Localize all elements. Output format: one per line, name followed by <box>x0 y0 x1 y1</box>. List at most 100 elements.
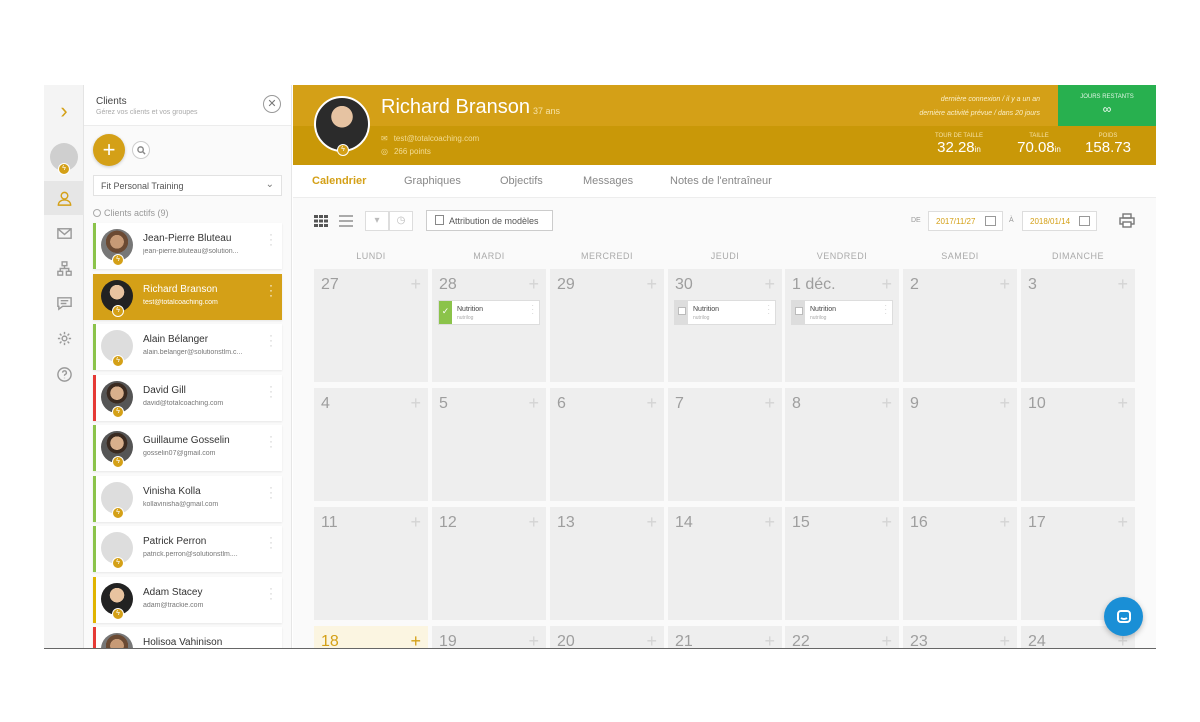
calendar-day-cell[interactable]: 7 + <box>668 388 782 501</box>
calendar-event[interactable]: Nutrition nutrilog · · · <box>674 300 776 325</box>
calendar-day-cell[interactable]: 3 + <box>1021 269 1135 382</box>
checkbox[interactable] <box>792 301 805 324</box>
checkbox[interactable] <box>675 301 688 324</box>
client-card[interactable]: ϟ David Gill david@totalcoaching.com · · · <box>93 374 282 421</box>
calendar-day-cell[interactable]: 15 + <box>785 507 899 620</box>
calendar-day-cell[interactable]: 9 + <box>903 388 1017 501</box>
calendar-day-cell[interactable]: 1 déc. + Nutrition nutrilog · · · <box>785 269 899 382</box>
search-button[interactable] <box>132 141 150 159</box>
group-select[interactable]: Fit Personal Training ⌄ <box>93 175 282 196</box>
client-card[interactable]: ϟ Alain Bélanger alain.belanger@solution… <box>93 324 282 370</box>
add-event-icon[interactable]: + <box>646 512 657 533</box>
more-icon[interactable]: · · · <box>269 531 273 553</box>
add-event-icon[interactable]: + <box>410 393 421 414</box>
calendar-day-cell[interactable]: 13 + <box>550 507 664 620</box>
more-icon[interactable]: · · · <box>884 302 887 318</box>
clock-icon[interactable]: ◷ <box>389 211 413 231</box>
chevron-right-icon[interactable]: › <box>44 85 84 137</box>
list-view-icon[interactable] <box>339 215 353 227</box>
printer-icon[interactable] <box>1119 213 1135 228</box>
calendar-day-cell[interactable]: 8 + <box>785 388 899 501</box>
tab-messages[interactable]: Messages <box>583 175 633 187</box>
client-card[interactable]: ϟ Jean-Pierre Bluteau jean-pierre.blutea… <box>93 223 282 269</box>
client-card[interactable]: ϟ Vinisha Kolla kollavinisha@gmail.com ·… <box>93 475 282 522</box>
tab-calendar[interactable]: Calendrier <box>312 175 366 187</box>
add-event-icon[interactable]: + <box>410 512 421 533</box>
support-chat-button[interactable] <box>1104 597 1143 636</box>
add-event-icon[interactable]: + <box>999 393 1010 414</box>
add-event-icon[interactable]: + <box>764 631 775 648</box>
calendar-day-cell[interactable]: 23 + <box>903 626 1017 648</box>
calendar-day-cell[interactable]: 11 + <box>314 507 428 620</box>
calendar-day-cell[interactable]: 16 + <box>903 507 1017 620</box>
calendar-day-cell[interactable]: 30 + Nutrition nutrilog · · · <box>668 269 782 382</box>
add-event-icon[interactable]: + <box>1117 393 1128 414</box>
add-event-icon[interactable]: + <box>881 512 892 533</box>
calendar-day-cell[interactable]: 28 + ✓ Nutrition nutrilog · · · <box>432 269 546 382</box>
more-icon[interactable]: · · · <box>269 582 273 604</box>
to-date-input[interactable]: 2018/01/14 <box>1022 211 1097 231</box>
more-icon[interactable]: · · · <box>269 279 273 301</box>
calendar-day-cell[interactable]: 19 + <box>432 626 546 648</box>
client-photo[interactable]: ϟ <box>314 96 370 156</box>
more-icon[interactable]: · · · <box>269 329 273 351</box>
add-event-icon[interactable]: + <box>646 274 657 295</box>
tab-goals[interactable]: Objectifs <box>500 175 543 187</box>
client-card[interactable]: Holisoa Vahinison <box>93 627 282 648</box>
calendar-day-cell[interactable]: 2 + <box>903 269 1017 382</box>
add-event-icon[interactable]: + <box>646 631 657 648</box>
more-icon[interactable]: · · · <box>269 228 273 250</box>
add-event-icon[interactable]: + <box>528 274 539 295</box>
add-event-icon[interactable]: + <box>528 512 539 533</box>
help-icon[interactable] <box>44 357 84 391</box>
add-event-icon[interactable]: + <box>646 393 657 414</box>
hierarchy-icon[interactable] <box>44 251 84 285</box>
client-card[interactable]: ϟ Patrick Perron patrick.perron@solution… <box>93 526 282 572</box>
more-icon[interactable]: · · · <box>269 430 273 452</box>
tab-trainer-notes[interactable]: Notes de l'entraîneur <box>670 175 772 187</box>
from-date-input[interactable]: 2017/11/27 <box>928 211 1003 231</box>
mail-icon[interactable] <box>44 216 84 250</box>
calendar-day-cell[interactable]: 22 + <box>785 626 899 648</box>
add-event-icon[interactable]: + <box>528 631 539 648</box>
clients-icon[interactable] <box>44 181 84 215</box>
add-event-icon[interactable]: + <box>999 512 1010 533</box>
more-icon[interactable]: · · · <box>269 380 273 402</box>
more-icon[interactable]: · · · <box>269 481 273 503</box>
add-event-icon[interactable]: + <box>999 274 1010 295</box>
add-event-icon[interactable]: + <box>764 274 775 295</box>
add-event-icon[interactable]: + <box>528 393 539 414</box>
calendar-day-cell[interactable]: 4 + <box>314 388 428 501</box>
calendar-day-cell[interactable]: 10 + <box>1021 388 1135 501</box>
filter-icon[interactable]: ▾ <box>365 211 389 231</box>
calendar-event[interactable]: Nutrition nutrilog · · · <box>791 300 893 325</box>
close-icon[interactable]: ✕ <box>263 95 281 113</box>
more-icon[interactable]: · · · <box>531 302 534 318</box>
assign-templates-button[interactable]: Attribution de modèles <box>426 210 553 231</box>
add-event-icon[interactable]: + <box>881 274 892 295</box>
calendar-day-cell[interactable]: 14 + <box>668 507 782 620</box>
add-event-icon[interactable]: + <box>410 274 421 295</box>
add-client-button[interactable]: + <box>93 134 125 166</box>
add-event-icon[interactable]: + <box>999 631 1010 648</box>
add-event-icon[interactable]: + <box>881 631 892 648</box>
check-icon[interactable]: ✓ <box>439 301 452 324</box>
calendar-day-cell[interactable]: 20 + <box>550 626 664 648</box>
client-card[interactable]: ϟ Adam Stacey adam@trackie.com · · · <box>93 576 282 623</box>
calendar-day-cell[interactable]: 29 + <box>550 269 664 382</box>
tab-charts[interactable]: Graphiques <box>404 175 461 187</box>
add-event-icon[interactable]: + <box>764 512 775 533</box>
calendar-day-cell[interactable]: 12 + <box>432 507 546 620</box>
avatar[interactable]: ϟ <box>50 143 78 175</box>
add-event-icon[interactable]: + <box>1117 274 1128 295</box>
calendar-day-cell[interactable]: 18 + <box>314 626 428 648</box>
calendar-day-cell[interactable]: 21 + <box>668 626 782 648</box>
gear-icon[interactable] <box>44 321 84 355</box>
client-card[interactable]: ϟ Guillaume Gosselin gosselin07@gmail.co… <box>93 425 282 471</box>
calendar-day-cell[interactable]: 6 + <box>550 388 664 501</box>
grid-view-icon[interactable] <box>314 215 328 227</box>
calendar-day-cell[interactable]: 5 + <box>432 388 546 501</box>
add-event-icon[interactable]: + <box>410 631 421 648</box>
chat-icon[interactable] <box>44 286 84 320</box>
add-event-icon[interactable]: + <box>881 393 892 414</box>
